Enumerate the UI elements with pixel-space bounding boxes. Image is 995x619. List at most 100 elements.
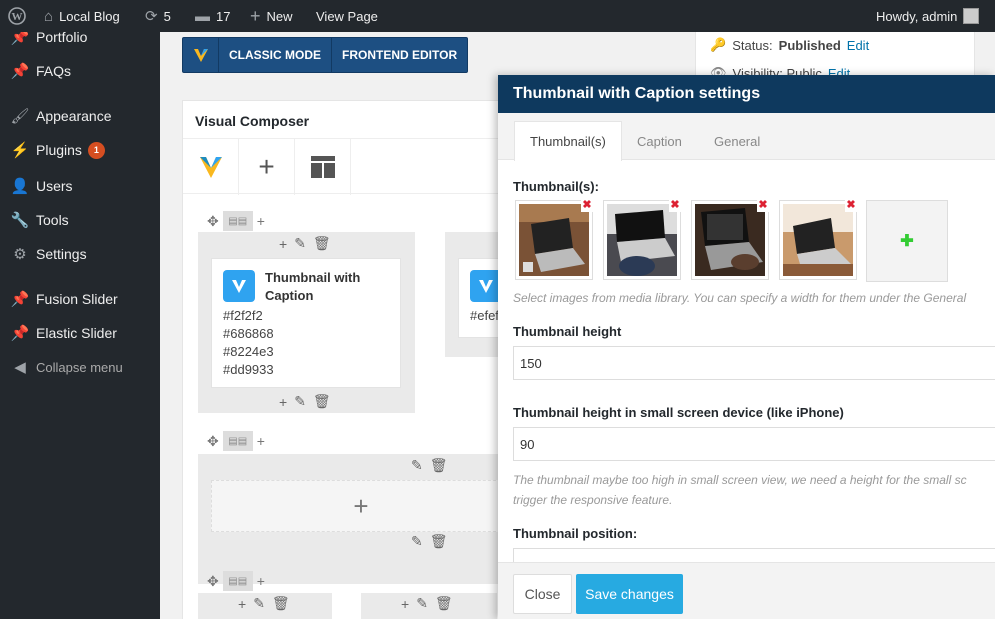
settings-modal: Thumbnail with Caption settings Thumbnai… (498, 75, 995, 619)
vc-logo-icon (183, 38, 219, 72)
updates-link[interactable]: ⟳ 5 (145, 0, 171, 32)
trash-icon[interactable]: 🗑 (313, 393, 331, 410)
element-title: Thumbnail with Caption (265, 270, 361, 303)
comment-icon: ▬ (195, 7, 210, 25)
admin-sidebar: 📌 Portfolio 📌 FAQs 🖌 Appearance ⚡ Plugin… (0, 29, 160, 619)
thumbnail-position-select[interactable] (513, 548, 995, 562)
small-height-hint-2: trigger the responsive feature. (513, 493, 673, 507)
thumbnail-image[interactable]: ✖ (603, 200, 681, 280)
add-thumbnail-button[interactable]: ✚ (866, 200, 948, 282)
frontend-editor-button[interactable]: FRONTEND EDITOR (332, 38, 467, 72)
sidebar-item-label: Users (36, 178, 73, 194)
save-changes-button[interactable]: Save changes (576, 574, 683, 614)
home-icon: ⌂ (44, 7, 54, 25)
pencil-icon[interactable]: ✎ (411, 533, 423, 550)
plus-icon[interactable]: + (279, 394, 287, 410)
sidebar-item-plugins[interactable]: ⚡ Plugins 1 (0, 135, 160, 165)
plus-icon[interactable]: + (279, 236, 287, 252)
trash-icon[interactable]: 🗑 (430, 533, 448, 550)
tab-general[interactable]: General (699, 121, 775, 161)
sidebar-item-users[interactable]: 👤 Users (0, 171, 160, 201)
remove-icon[interactable]: ✖ (845, 200, 857, 212)
trash-icon[interactable]: 🗑 (435, 595, 453, 612)
move-icon[interactable]: ✥ (207, 213, 219, 230)
account-menu[interactable]: Howdy, admin (876, 0, 980, 32)
remove-icon[interactable]: ✖ (581, 200, 593, 212)
move-icon[interactable]: ✥ (207, 433, 219, 450)
add-element-placeholder[interactable]: + (211, 480, 511, 532)
sidebar-item-appearance[interactable]: 🖌 Appearance (0, 101, 160, 131)
small-height-input[interactable]: 90 (513, 427, 995, 461)
pin-icon: 📌 (10, 63, 30, 80)
sidebar-item-label: Tools (36, 212, 69, 228)
thumbnails-label: Thumbnail(s): (513, 179, 599, 194)
column-controls: + ✎ 🗑 (238, 595, 290, 612)
editor-mode-bar: CLASSIC MODE FRONTEND EDITOR (182, 37, 469, 73)
column-controls: ✎ 🗑 (411, 533, 448, 550)
row-controls: ✥ ▤▤ + (207, 211, 265, 231)
add-column-button[interactable]: + (257, 433, 265, 449)
tab-caption[interactable]: Caption (622, 121, 697, 161)
svg-text:W: W (12, 11, 23, 23)
collapse-menu-button[interactable]: ◀ Collapse menu (0, 352, 160, 382)
user-icon: 👤 (10, 178, 30, 195)
add-element-button[interactable]: + (239, 139, 295, 195)
plug-icon: ⚡ (10, 142, 30, 159)
pencil-icon[interactable]: ✎ (294, 393, 306, 410)
move-icon[interactable]: ✥ (207, 573, 219, 590)
sidebar-item-fusion-slider[interactable]: 📌 Fusion Slider (0, 284, 160, 314)
pencil-icon[interactable]: ✎ (294, 235, 306, 252)
trash-icon[interactable]: 🗑 (430, 457, 448, 474)
thumbnail-image[interactable]: ✖ (691, 200, 769, 280)
add-column-button[interactable]: + (257, 213, 265, 229)
position-label: Thumbnail position: (513, 526, 638, 541)
visual-composer-title: Visual Composer (195, 113, 310, 129)
comments-link[interactable]: ▬ 17 (195, 0, 230, 32)
modal-footer: Close Save changes (498, 562, 995, 619)
sidebar-item-elastic-slider[interactable]: 📌 Elastic Slider (0, 318, 160, 348)
pencil-icon[interactable]: ✎ (253, 595, 265, 612)
sidebar-item-settings[interactable]: ⚙ Settings (0, 239, 160, 269)
element-controls: + ✎ 🗑 (279, 393, 331, 410)
close-button[interactable]: Close (513, 574, 572, 614)
tab-thumbnails[interactable]: Thumbnail(s) (514, 121, 622, 161)
row-layout-handle[interactable]: ▤▤ (222, 571, 253, 591)
height-label: Thumbnail height (513, 324, 622, 339)
status-edit-link[interactable]: Edit (847, 38, 869, 53)
sidebar-item-faqs[interactable]: 📌 FAQs (0, 56, 160, 86)
column-controls: ✎ 🗑 (411, 457, 448, 474)
thumbnail-image[interactable]: ✖ (515, 200, 593, 280)
classic-mode-button[interactable]: CLASSIC MODE (219, 38, 333, 72)
collapse-arrow-icon: ◀ (14, 359, 26, 376)
sidebar-item-label: Plugins (36, 142, 82, 158)
thumbnail-height-input[interactable]: 150 (513, 346, 995, 380)
sidebar-item-tools[interactable]: 🔧 Tools (0, 205, 160, 235)
laptop-photo (607, 204, 677, 276)
vc-logo-button[interactable] (183, 139, 239, 195)
row-layout-handle[interactable]: ▤▤ (222, 431, 253, 451)
thumbnail-image[interactable]: ✖ (779, 200, 857, 280)
thumbnail-caption-element[interactable]: Thumbnail with Caption #f2f2f2 #686868 #… (211, 258, 401, 388)
remove-icon[interactable]: ✖ (669, 200, 681, 212)
pencil-icon[interactable]: ✎ (411, 457, 423, 474)
small-height-label: Thumbnail height in small screen device … (513, 405, 844, 420)
row-layout-handle[interactable]: ▤▤ (222, 211, 253, 231)
color-value: #efef (470, 308, 499, 323)
modal-body: Thumbnail(s): ✖ ✖ ✖ ✖ ✚ Select images fr… (498, 160, 995, 562)
trash-icon[interactable]: 🗑 (272, 595, 290, 612)
remove-icon[interactable]: ✖ (757, 200, 769, 212)
pencil-icon[interactable]: ✎ (416, 595, 428, 612)
trash-icon[interactable]: 🗑 (313, 235, 331, 252)
plus-icon[interactable]: + (238, 596, 246, 612)
status-row: 🔑 Status: Published Edit (710, 37, 869, 53)
plus-icon: + (250, 6, 261, 26)
add-column-button[interactable]: + (257, 573, 265, 589)
plus-icon: + (353, 490, 369, 521)
plus-icon[interactable]: + (401, 596, 409, 612)
wordpress-logo-icon[interactable]: W (8, 0, 26, 32)
site-name-link[interactable]: ⌂ Local Blog (44, 0, 120, 32)
site-name: Local Blog (59, 8, 120, 24)
view-page-link[interactable]: View Page (316, 0, 378, 32)
new-content-link[interactable]: + New (250, 0, 293, 32)
templates-button[interactable] (295, 139, 351, 195)
